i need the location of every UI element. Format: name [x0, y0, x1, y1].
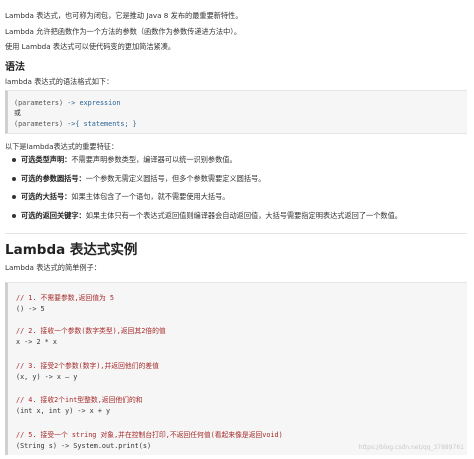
feature-text: 如果主体只有一个表达式返回值则编译器会自动返回值，大括号需要指定明表达式返回了一…	[85, 210, 402, 220]
code-params: (parameters)	[14, 99, 64, 107]
feature-term: 可选的返回关键字：	[21, 210, 86, 220]
example-code: (x, y) -> x – y	[16, 373, 78, 381]
bullet-icon	[12, 195, 16, 199]
syntax-code-line-3: (parameters) ->{ statements; }	[14, 119, 137, 129]
feature-text: 如果主体包含了一个语句，就不需要使用大括号。	[71, 192, 230, 201]
intro-line-1: Lambda 表达式，也可称为闭包，它是推动 Java 8 发布的最重要新特性。	[5, 11, 243, 20]
example-code: x -> 2 * x	[16, 338, 57, 346]
feature-term: 可选的大括号：	[21, 192, 72, 201]
intro-line-2: Lambda 允许把函数作为一个方法的参数（函数作为参数传递进方法中）。	[5, 27, 242, 36]
syntax-code-line-2: 或	[14, 109, 21, 117]
features-list: 可选类型声明：不需要声明参数类型，编译器可以统一识别参数值。 可选的参数圆括号：…	[11, 155, 466, 229]
list-item: 可选的大括号：如果主体包含了一个语句，就不需要使用大括号。	[11, 192, 466, 211]
feature-term: 可选的参数圆括号：	[21, 173, 86, 183]
features-description: 以下是lambda表达式的重要特征：	[5, 142, 119, 151]
syntax-description: lambda 表达式的语法格式如下：	[5, 77, 114, 86]
example-code: () -> 5	[16, 305, 45, 313]
example-comment: // 1. 不需要参数,返回值为 5	[16, 294, 115, 302]
example-code: (int x, int y) -> x + y	[16, 407, 111, 415]
example-code: (String s) -> System.out.print(s)	[16, 442, 152, 450]
syntax-code-line-1: (parameters) -> expression	[14, 98, 120, 108]
article: Lambda 表达式，也可称为闭包，它是推动 Java 8 发布的最重要新特性。…	[0, 0, 474, 459]
bullet-icon	[12, 176, 16, 181]
example-comment: // 4. 接收2个int型整数,返回他们的和	[16, 396, 143, 404]
watermark: https://blog.csdn.net/qq_37889761	[358, 444, 464, 451]
examples-heading: Lambda 表达式实例	[5, 242, 138, 258]
feature-text: 一个参数无需定义圆括号，但多个参数需要定义圆括号。	[85, 173, 266, 183]
feature-term: 可选类型声明：	[21, 155, 72, 164]
list-item: 可选类型声明：不需要声明参数类型，编译器可以统一识别参数值。	[11, 155, 466, 174]
intro-line-3: 使用 Lambda 表达式可以使代码变的更加简洁紧凑。	[5, 42, 176, 51]
examples-description: Lambda 表达式的简单例子：	[5, 263, 101, 272]
example-comment: // 3. 接受2个参数(数字),并返回他们的差值	[16, 362, 159, 370]
feature-text: 不需要声明参数类型，编译器可以统一识别参数值。	[71, 155, 237, 164]
syntax-heading: 语法	[5, 62, 25, 73]
example-comment: // 5. 接受一个 string 对象,并在控制台打印,不返回任何值(看起来像…	[16, 431, 283, 439]
code-params: (parameters)	[14, 120, 64, 128]
examples-code-block: // 1. 不需要参数,返回值为 5 () -> 5 // 2. 接收一个参数(…	[5, 282, 467, 455]
example-comment: // 2. 接收一个参数(数字类型),返回其2倍的值	[16, 327, 166, 335]
bullet-icon	[12, 213, 16, 218]
list-item: 可选的参数圆括号：一个参数无需定义圆括号，但多个参数需要定义圆括号。	[11, 174, 466, 193]
code-expression: expression	[79, 99, 121, 107]
code-statements: ->{ statements; }	[63, 120, 137, 128]
bullet-icon	[12, 158, 16, 162]
section-divider	[5, 233, 467, 234]
syntax-code-block: (parameters) -> expression 或 (parameters…	[5, 90, 467, 134]
list-item: 可选的返回关键字：如果主体只有一个表达式返回值则编译器会自动返回值，大括号需要指…	[11, 211, 466, 230]
code-arrow: ->	[63, 99, 80, 107]
